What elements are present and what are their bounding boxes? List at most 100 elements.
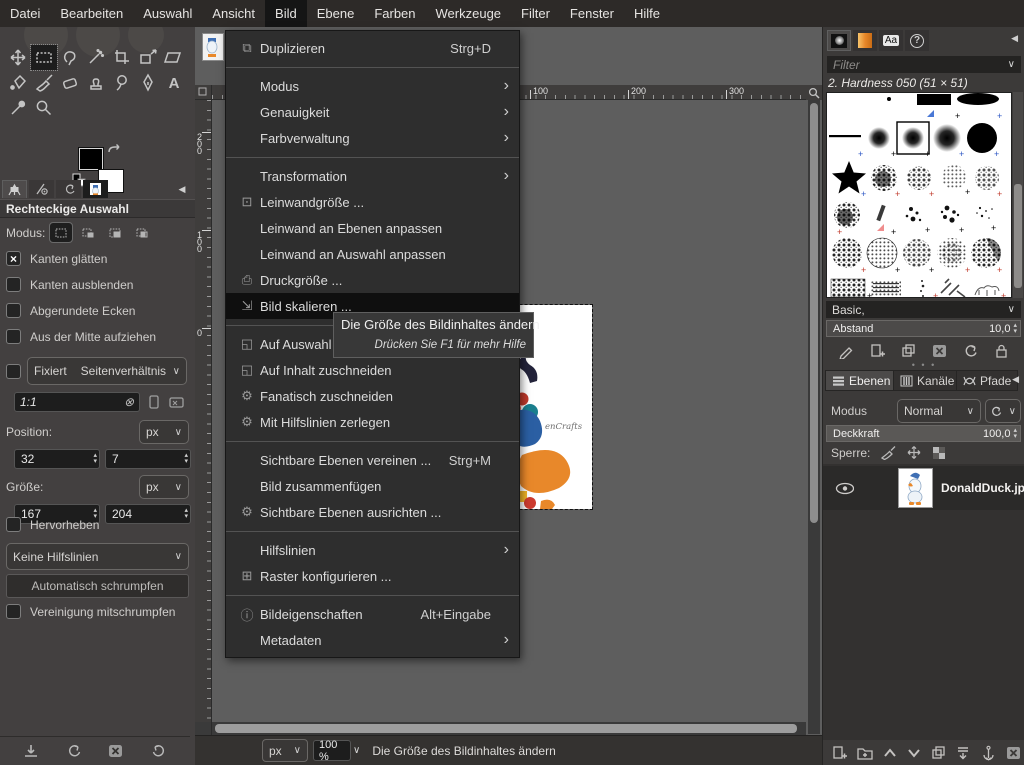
tool-ink[interactable] <box>135 70 161 95</box>
refresh-brushes-button[interactable] <box>962 343 979 359</box>
duplicate-layer-button[interactable] <box>930 745 947 761</box>
lock-alpha-button[interactable] <box>932 446 947 460</box>
new-brush-button[interactable] <box>869 343 886 359</box>
size-unit-dropdown[interactable]: px ∨ <box>139 475 189 499</box>
position-y-input[interactable]: 7 ▴▾ <box>105 449 191 469</box>
tab-device-status[interactable] <box>29 180 54 198</box>
brush-grid-scrollbar[interactable] <box>1013 92 1023 298</box>
menubar-item[interactable]: Ansicht <box>202 0 265 27</box>
layer-thumbnail[interactable] <box>898 468 933 508</box>
lock-pixels-button[interactable] <box>880 445 896 460</box>
shrink-merged-checkbox[interactable] <box>6 604 21 619</box>
zoom-follow-window-button[interactable] <box>806 85 822 100</box>
tool-free-select[interactable] <box>57 45 83 70</box>
vertical-scrollbar[interactable] <box>808 100 820 734</box>
mode-intersect-button[interactable] <box>131 223 153 242</box>
rounded-corners-checkbox[interactable] <box>6 303 21 318</box>
horizontal-scrollbar[interactable] <box>212 722 806 735</box>
save-preset-button[interactable] <box>22 743 40 759</box>
tab-paths[interactable]: Pfade <box>956 370 1018 391</box>
tab-fonts[interactable]: Aa <box>879 30 903 51</box>
menu-item[interactable]: ⚙ Sichtbare Ebenen ausrichten ... <box>226 499 519 525</box>
menubar-item[interactable]: Ebene <box>307 0 365 27</box>
duplicate-brush-button[interactable] <box>900 343 917 359</box>
tab-channels[interactable]: Kanäle <box>893 370 961 391</box>
mode-replace-button[interactable] <box>50 223 72 242</box>
collapse-dock-icon[interactable]: ◀ <box>1012 374 1019 385</box>
horizontal-scrollbar-thumb[interactable] <box>215 724 797 733</box>
tab-gradients[interactable] <box>853 30 877 51</box>
layer-mode-dropdown[interactable]: Normal ∨ <box>897 399 981 423</box>
tab-layers[interactable]: Ebenen <box>825 370 897 391</box>
opacity-slider[interactable]: Deckkraft 100,0 ▴▾ <box>826 425 1021 442</box>
spin-down-icon[interactable]: ▾ <box>184 514 188 520</box>
brush-spacing-slider[interactable]: Abstand 10,0 ▴▾ <box>826 320 1021 337</box>
brush-group-dropdown[interactable]: Basic, ∨ <box>826 301 1021 318</box>
tool-color-picker[interactable] <box>5 95 31 120</box>
tool-crop[interactable] <box>109 45 135 70</box>
new-layer-button[interactable] <box>831 745 848 761</box>
antialias-checkbox[interactable]: × <box>6 251 21 266</box>
tool-zoom[interactable] <box>31 95 57 120</box>
tool-bucket-fill[interactable] <box>5 70 31 95</box>
collapse-dock-icon[interactable]: ◀ <box>175 182 189 196</box>
tool-smudge[interactable] <box>109 70 135 95</box>
swap-colors-icon[interactable] <box>106 143 124 159</box>
expand-from-center-checkbox[interactable] <box>6 329 21 344</box>
menubar-item[interactable]: Hilfe <box>624 0 670 27</box>
anchor-layer-button[interactable] <box>980 745 997 761</box>
brush-grid[interactable]: ++ ++ +++ ++ +++ <box>826 92 1012 298</box>
menubar-item[interactable]: Auswahl <box>133 0 202 27</box>
spin-down-icon[interactable]: ▾ <box>1013 329 1017 335</box>
portrait-icon[interactable] <box>146 394 162 410</box>
vertical-ruler[interactable]: 200 100 0 <box>195 100 212 722</box>
unit-dropdown[interactable]: px ∨ <box>262 739 308 762</box>
quick-mask-toggle[interactable] <box>195 722 212 735</box>
merge-down-button[interactable] <box>955 745 972 761</box>
image-tab-thumbnail[interactable] <box>202 33 224 61</box>
tool-flip[interactable] <box>161 45 187 70</box>
landscape-icon[interactable] <box>168 394 186 410</box>
tool-fuzzy-select[interactable] <box>83 45 109 70</box>
menu-item[interactable]: Hilfslinien › <box>226 537 519 563</box>
menubar-item[interactable]: Datei <box>0 0 50 27</box>
tab-help[interactable]: ? <box>905 30 929 51</box>
open-brush-as-image-button[interactable] <box>993 343 1010 359</box>
collapse-dock-icon[interactable]: ◀ <box>1011 33 1018 44</box>
tab-brushes[interactable] <box>827 30 851 51</box>
menu-item[interactable]: Bild zusammenfügen <box>226 473 519 499</box>
delete-brush-button[interactable] <box>931 343 948 359</box>
menu-item[interactable]: Genauigkeit › <box>226 99 519 125</box>
guides-dropdown[interactable]: Keine Hilfslinien ∨ <box>6 543 189 570</box>
zoom-input[interactable]: 100 % <box>313 740 351 761</box>
layer-visibility-eye-icon[interactable] <box>835 482 854 495</box>
feather-checkbox[interactable] <box>6 277 21 292</box>
tool-clone[interactable] <box>83 70 109 95</box>
menu-item[interactable]: Leinwand an Auswahl anpassen <box>226 241 519 267</box>
mode-subtract-button[interactable] <box>104 223 126 242</box>
size-height-input[interactable]: 204 ▴▾ <box>105 504 191 524</box>
menubar-item[interactable]: Fenster <box>560 0 624 27</box>
tool-paintbrush[interactable] <box>31 70 57 95</box>
brush-filter-input[interactable]: Filter ∨ <box>827 56 1021 73</box>
menu-item[interactable]: Transformation › <box>226 163 519 189</box>
tool-rectangle-select[interactable] <box>31 45 57 70</box>
zoom-chevron-icon[interactable]: ∨ <box>353 745 360 756</box>
foreground-color-swatch[interactable] <box>78 147 104 171</box>
spin-down-icon[interactable]: ▾ <box>93 459 97 465</box>
fixed-aspect-dropdown[interactable]: Fixiert Seitenverhältnis ∨ <box>27 357 187 385</box>
tab-tool-options[interactable] <box>2 180 27 198</box>
delete-preset-button[interactable] <box>107 743 125 759</box>
menu-item[interactable]: Modus › <box>226 73 519 99</box>
spin-down-icon[interactable]: ▾ <box>1013 434 1017 440</box>
layer-mode-switch-button[interactable]: ∨ <box>985 399 1021 423</box>
menubar-item[interactable]: Bearbeiten <box>50 0 133 27</box>
tab-image-thumbnail[interactable] <box>83 180 108 198</box>
menu-item[interactable]: ⊞ Raster konfigurieren ... <box>226 563 519 589</box>
vertical-scrollbar-thumb[interactable] <box>810 103 818 523</box>
layer-row[interactable]: DonaldDuck.jp <box>823 466 1024 510</box>
delete-layer-button[interactable] <box>1005 745 1022 761</box>
raise-layer-button[interactable] <box>882 746 898 760</box>
new-layer-group-button[interactable] <box>856 745 874 761</box>
menu-item[interactable]: Leinwand an Ebenen anpassen <box>226 215 519 241</box>
